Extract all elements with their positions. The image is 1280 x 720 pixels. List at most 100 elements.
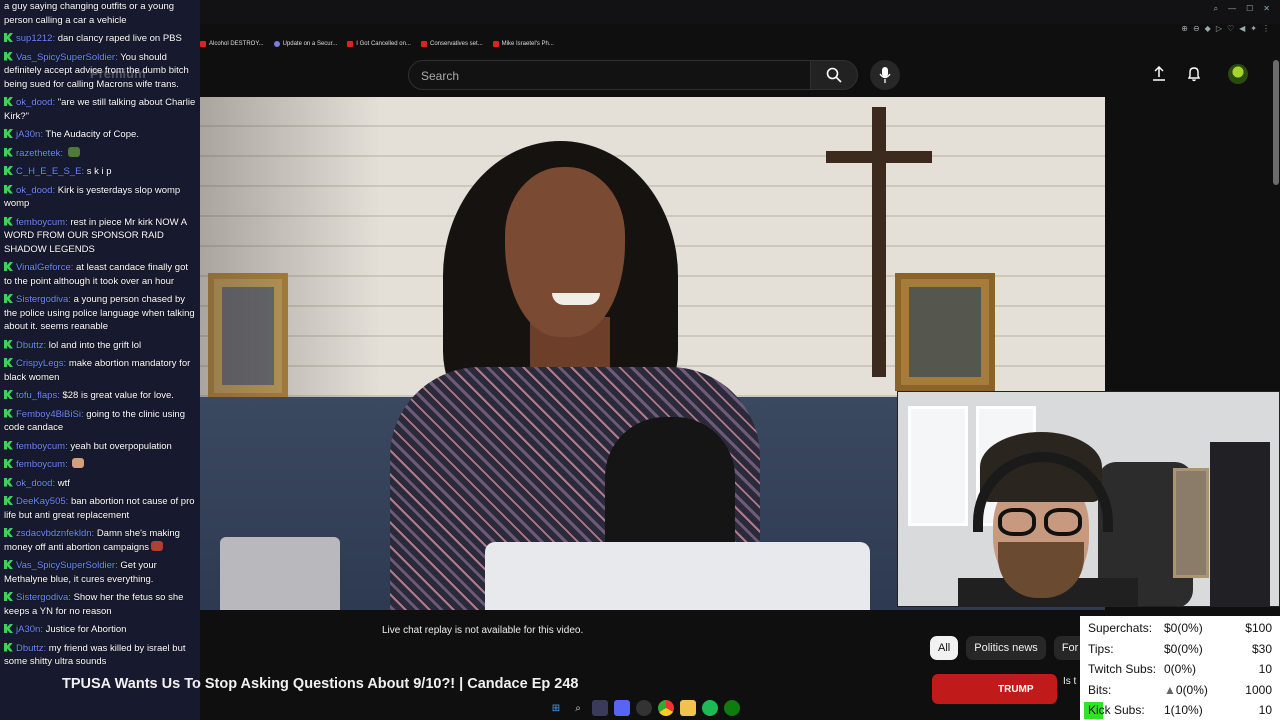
- chat-username[interactable]: femboycum: [16, 459, 65, 470]
- chat-message: femboycum:: [4, 458, 196, 472]
- chat-message: Sistergodiva: Show her the fetus so she …: [4, 591, 196, 618]
- goal-row-twitch-subs: Twitch Subs: 0(0%) 10: [1084, 659, 1276, 680]
- chat-username[interactable]: sup1212: [16, 33, 52, 44]
- screen: ⌕ — ☐ ✕ ⊕ ⊖ ◆ ▷ ♡ ◀ ✦ ⋮ Alcohol DESTROY.…: [0, 0, 1280, 720]
- search-input[interactable]: Search: [408, 60, 811, 90]
- suggested-video-thumbnail[interactable]: TRUMP: [932, 674, 1057, 704]
- youtube-premium-logo[interactable]: Premium: [90, 66, 146, 81]
- kick-badge-icon: [4, 528, 13, 537]
- play-icon[interactable]: ▷: [1216, 24, 1222, 36]
- kick-badge-icon: [4, 184, 13, 194]
- obs-icon[interactable]: [636, 700, 652, 716]
- app-icon[interactable]: [592, 700, 608, 716]
- chat-username[interactable]: Vas_SpicySuperSoldier: [16, 560, 115, 571]
- kick-badge-icon: [4, 459, 13, 468]
- chat-username[interactable]: Dbuttz: [16, 643, 43, 654]
- heart-icon[interactable]: ♡: [1227, 24, 1234, 36]
- suggested-video-title[interactable]: Is t: [1063, 676, 1076, 687]
- chat-username[interactable]: DeeKay505: [16, 496, 66, 507]
- chat-separator: :: [60, 147, 66, 159]
- minimize-icon[interactable]: —: [1228, 4, 1236, 14]
- bookmark-item[interactable]: Alcohol DESTROY...: [200, 37, 264, 51]
- chat-username[interactable]: Sistergodiva: [16, 592, 68, 603]
- upload-icon[interactable]: [1152, 66, 1166, 82]
- chat-message-list: a guy saying changing outfits or a young…: [4, 0, 196, 669]
- file-explorer-icon[interactable]: [680, 700, 696, 716]
- zoom-out-icon[interactable]: ⊖: [1193, 24, 1200, 36]
- kick-badge-icon: [4, 390, 13, 399]
- chat-message: Dbuttz: my friend was killed by israel b…: [4, 642, 196, 669]
- kick-badge-icon: [4, 97, 13, 106]
- spotify-icon[interactable]: [702, 700, 718, 716]
- chat-username[interactable]: Dbuttz: [16, 340, 43, 351]
- laptop-image: [485, 542, 870, 610]
- search-icon[interactable]: ⌕: [1214, 4, 1218, 14]
- goal-target: $30: [1251, 641, 1272, 656]
- kick-badge-icon: [4, 358, 13, 367]
- kick-badge-icon: [4, 147, 13, 157]
- chat-message: Femboy4BiBiSi: going to the clinic using…: [4, 408, 196, 435]
- chat-emote-icon: [151, 540, 164, 551]
- suggestion-chips: All Politics news For: [930, 636, 1087, 660]
- goal-label: Twitch Subs:: [1088, 662, 1157, 676]
- bookmark-item[interactable]: Mike Israetel's Ph...: [492, 37, 554, 51]
- volume-icon[interactable]: ◀: [1239, 24, 1245, 36]
- chat-text: Justice for Abortion: [45, 624, 127, 635]
- chip-all[interactable]: All: [930, 636, 959, 660]
- chat-message: ok_dood: Kirk is yesterdays slop womp wo…: [4, 184, 196, 211]
- close-icon[interactable]: ✕: [1263, 4, 1270, 14]
- page-scrollbar[interactable]: [1273, 60, 1279, 185]
- chat-username[interactable]: Vas_SpicySuperSoldier: [16, 52, 115, 63]
- goal-row-tips: Tips: $0(0%) $30: [1084, 639, 1276, 660]
- chat-username[interactable]: C_H_E_E_S_E: [16, 166, 81, 177]
- bookmark-item[interactable]: Update on a Secur...: [273, 37, 337, 51]
- chat-username[interactable]: ok_dood: [16, 478, 52, 489]
- kick-badge-icon: [4, 592, 13, 601]
- chip-politics-news[interactable]: Politics news: [966, 636, 1046, 660]
- chat-username[interactable]: jA30n: [16, 129, 40, 140]
- windows-start-icon[interactable]: ⊞: [548, 700, 564, 716]
- bookmark-item[interactable]: Conservatives set...: [420, 37, 483, 51]
- chat-message: razethetek:: [4, 146, 196, 161]
- kick-badge-icon: [4, 33, 13, 42]
- menu-icon[interactable]: ⋮: [1262, 24, 1270, 36]
- notifications-bell-icon[interactable]: [1187, 66, 1201, 82]
- zoom-in-icon[interactable]: ⊕: [1181, 24, 1188, 36]
- chat-username[interactable]: zsdacvbdznfekldn: [16, 528, 92, 539]
- youtube-icon: [200, 41, 206, 47]
- chat-message: ok_dood: wtf: [4, 477, 196, 491]
- voice-search-button[interactable]: [870, 60, 900, 90]
- chat-username[interactable]: VinalGeforce: [16, 262, 71, 273]
- chat-username[interactable]: tofu_flaps: [16, 390, 57, 401]
- search-button[interactable]: [810, 60, 858, 90]
- chat-username[interactable]: CrispyLegs: [16, 358, 64, 369]
- crucifix-arm-image: [826, 151, 932, 163]
- maximize-icon[interactable]: ☐: [1246, 4, 1253, 14]
- puzzle-icon[interactable]: ✦: [1250, 24, 1257, 36]
- host-smile-image: [552, 293, 600, 305]
- xbox-icon[interactable]: [724, 700, 740, 716]
- kick-badge-icon: [4, 51, 13, 61]
- chat-message: Dbuttz: lol and into the grift lol: [4, 339, 196, 353]
- chat-username[interactable]: Femboy4BiBiSi: [16, 409, 81, 420]
- shield-icon[interactable]: ◆: [1205, 24, 1211, 36]
- chat-username[interactable]: femboycum: [16, 441, 65, 452]
- chat-message: CrispyLegs: make abortion mandatory for …: [4, 357, 196, 384]
- search-icon[interactable]: ⌕: [570, 700, 586, 716]
- chat-username[interactable]: femboycum: [16, 217, 65, 228]
- chat-username[interactable]: ok_dood: [16, 185, 52, 196]
- discord-icon[interactable]: [614, 700, 630, 716]
- kick-badge-icon: [4, 166, 13, 175]
- chat-username[interactable]: jA30n: [16, 624, 40, 635]
- chat-username[interactable]: Sistergodiva: [16, 294, 68, 305]
- kick-badge-icon: [4, 294, 13, 303]
- goal-row-kick-subs: Kick Subs: 1(10%) 10: [1084, 700, 1276, 720]
- goal-target: 10: [1258, 662, 1272, 676]
- bookmark-item[interactable]: I Got Cancelled on...: [347, 37, 411, 51]
- chat-username[interactable]: ok_dood: [16, 97, 52, 108]
- chat-separator: :: [65, 459, 71, 470]
- chrome-icon[interactable]: [658, 700, 674, 716]
- chat-username[interactable]: razethetek: [16, 148, 60, 159]
- streamer-webcam: [897, 391, 1280, 607]
- account-avatar[interactable]: [1228, 64, 1248, 84]
